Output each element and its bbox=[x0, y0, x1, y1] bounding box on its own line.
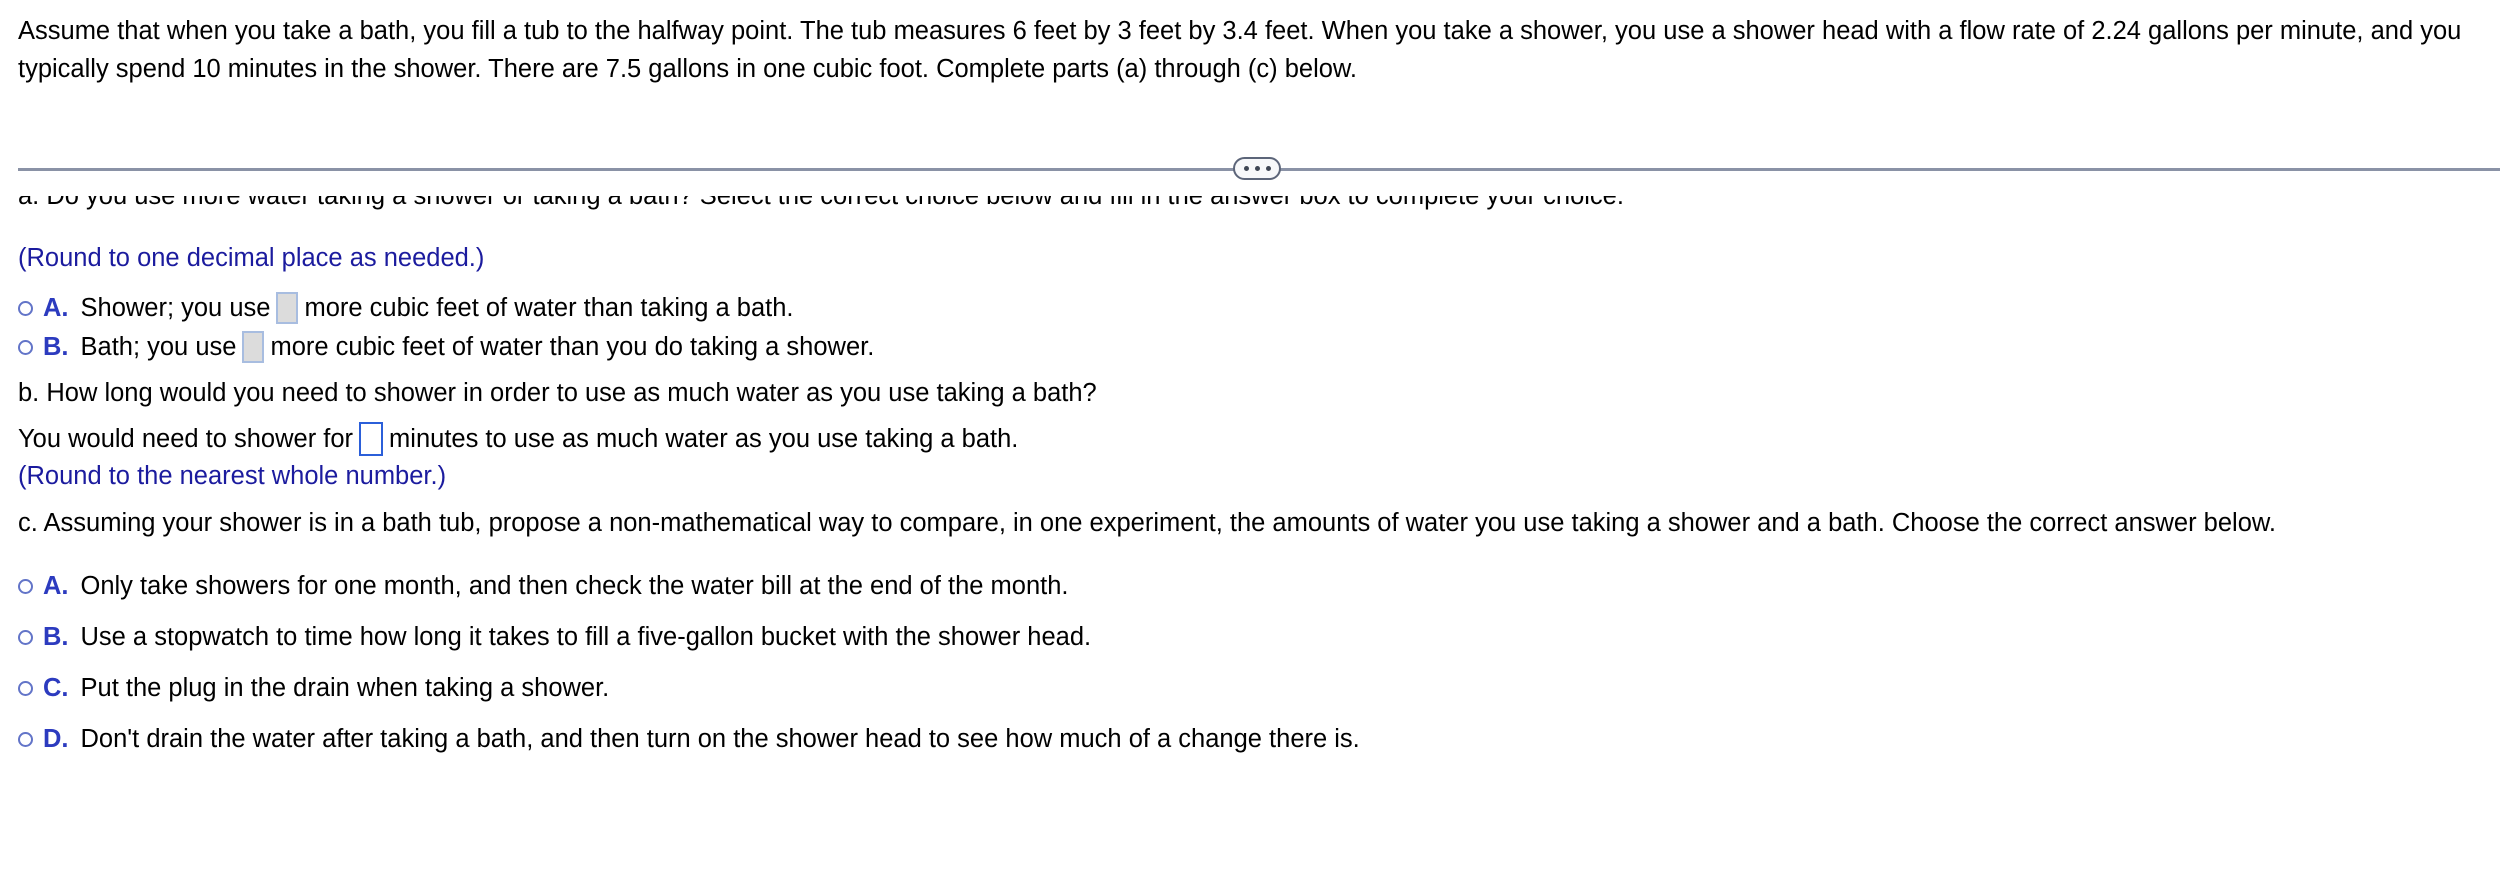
part-a-choice-a-letter: A. bbox=[43, 294, 69, 322]
radio-part-a-choice-b[interactable] bbox=[18, 339, 33, 355]
part-c-choice-d-text: Don't drain the water after taking a bat… bbox=[80, 725, 1360, 753]
part-a-prompt: a. Do you use more water taking a shower… bbox=[18, 196, 1624, 210]
part-a-choice-a-text-after: more cubic feet of water than taking a b… bbox=[304, 294, 794, 322]
radio-part-c-choice-c[interactable] bbox=[18, 680, 33, 696]
part-a-choice-b-text-after: more cubic feet of water than you do tak… bbox=[270, 333, 875, 361]
part-c-prompt: c. Assuming your shower is in a bath tub… bbox=[18, 509, 2276, 537]
question-content-region: a. Do you use more water taking a shower… bbox=[0, 196, 2514, 882]
part-b-sentence-before: You would need to shower for bbox=[18, 425, 354, 453]
part-c-choice-b-letter: B. bbox=[43, 623, 69, 651]
part-c-choice-a-letter: A. bbox=[43, 572, 69, 600]
part-a-rounding-note: (Round to one decimal place as needed.) bbox=[18, 244, 485, 272]
part-b-sentence-after: minutes to use as much water as you use … bbox=[389, 425, 1019, 453]
radio-part-a-choice-a[interactable] bbox=[18, 300, 33, 316]
part-c-choice-d[interactable]: D. Don't drain the water after taking a … bbox=[18, 723, 1360, 755]
part-a-choice-b[interactable]: B. Bath; you use more cubic feet of wate… bbox=[18, 331, 874, 363]
part-b-rounding-note: (Round to the nearest whole number.) bbox=[18, 462, 447, 490]
question-page: Assume that when you take a bath, you fi… bbox=[0, 0, 2514, 882]
ellipsis-dot-2 bbox=[1254, 166, 1260, 171]
problem-statement: Assume that when you take a bath, you fi… bbox=[18, 17, 2462, 83]
radio-part-c-choice-b[interactable] bbox=[18, 629, 33, 645]
part-c-choice-a-text: Only take showers for one month, and the… bbox=[80, 572, 1069, 600]
part-a-choice-a-answer-box[interactable] bbox=[276, 292, 299, 324]
part-c-choice-b-text: Use a stopwatch to time how long it take… bbox=[80, 623, 1092, 651]
part-c-choice-c[interactable]: C. Put the plug in the drain when taking… bbox=[18, 672, 609, 704]
part-a-choice-b-text-before: Bath; you use bbox=[80, 333, 237, 361]
part-a-choice-b-letter: B. bbox=[43, 333, 69, 361]
part-c-choice-d-letter: D. bbox=[43, 725, 69, 753]
part-b-prompt: b. How long would you need to shower in … bbox=[18, 379, 1097, 407]
part-a-choice-a-text-before: Shower; you use bbox=[80, 294, 271, 322]
expand-collapse-ellipsis-button[interactable] bbox=[1233, 157, 1281, 180]
section-divider bbox=[0, 152, 2514, 192]
part-c-choice-b[interactable]: B. Use a stopwatch to time how long it t… bbox=[18, 621, 1091, 653]
part-b-answer-box[interactable] bbox=[359, 422, 384, 456]
part-a-choice-b-answer-box[interactable] bbox=[242, 331, 265, 363]
part-c-choice-c-text: Put the plug in the drain when taking a … bbox=[80, 674, 610, 702]
ellipsis-dot-3 bbox=[1265, 166, 1271, 171]
part-c-choice-c-letter: C. bbox=[43, 674, 69, 702]
part-c-choice-a[interactable]: A. Only take showers for one month, and … bbox=[18, 570, 1069, 602]
part-a-choice-a[interactable]: A. Shower; you use more cubic feet of wa… bbox=[18, 292, 794, 324]
radio-part-c-choice-a[interactable] bbox=[18, 578, 33, 594]
part-b-answer-sentence: You would need to shower for minutes to … bbox=[18, 422, 1018, 456]
ellipsis-dot-1 bbox=[1243, 166, 1249, 171]
radio-part-c-choice-d[interactable] bbox=[18, 731, 33, 747]
